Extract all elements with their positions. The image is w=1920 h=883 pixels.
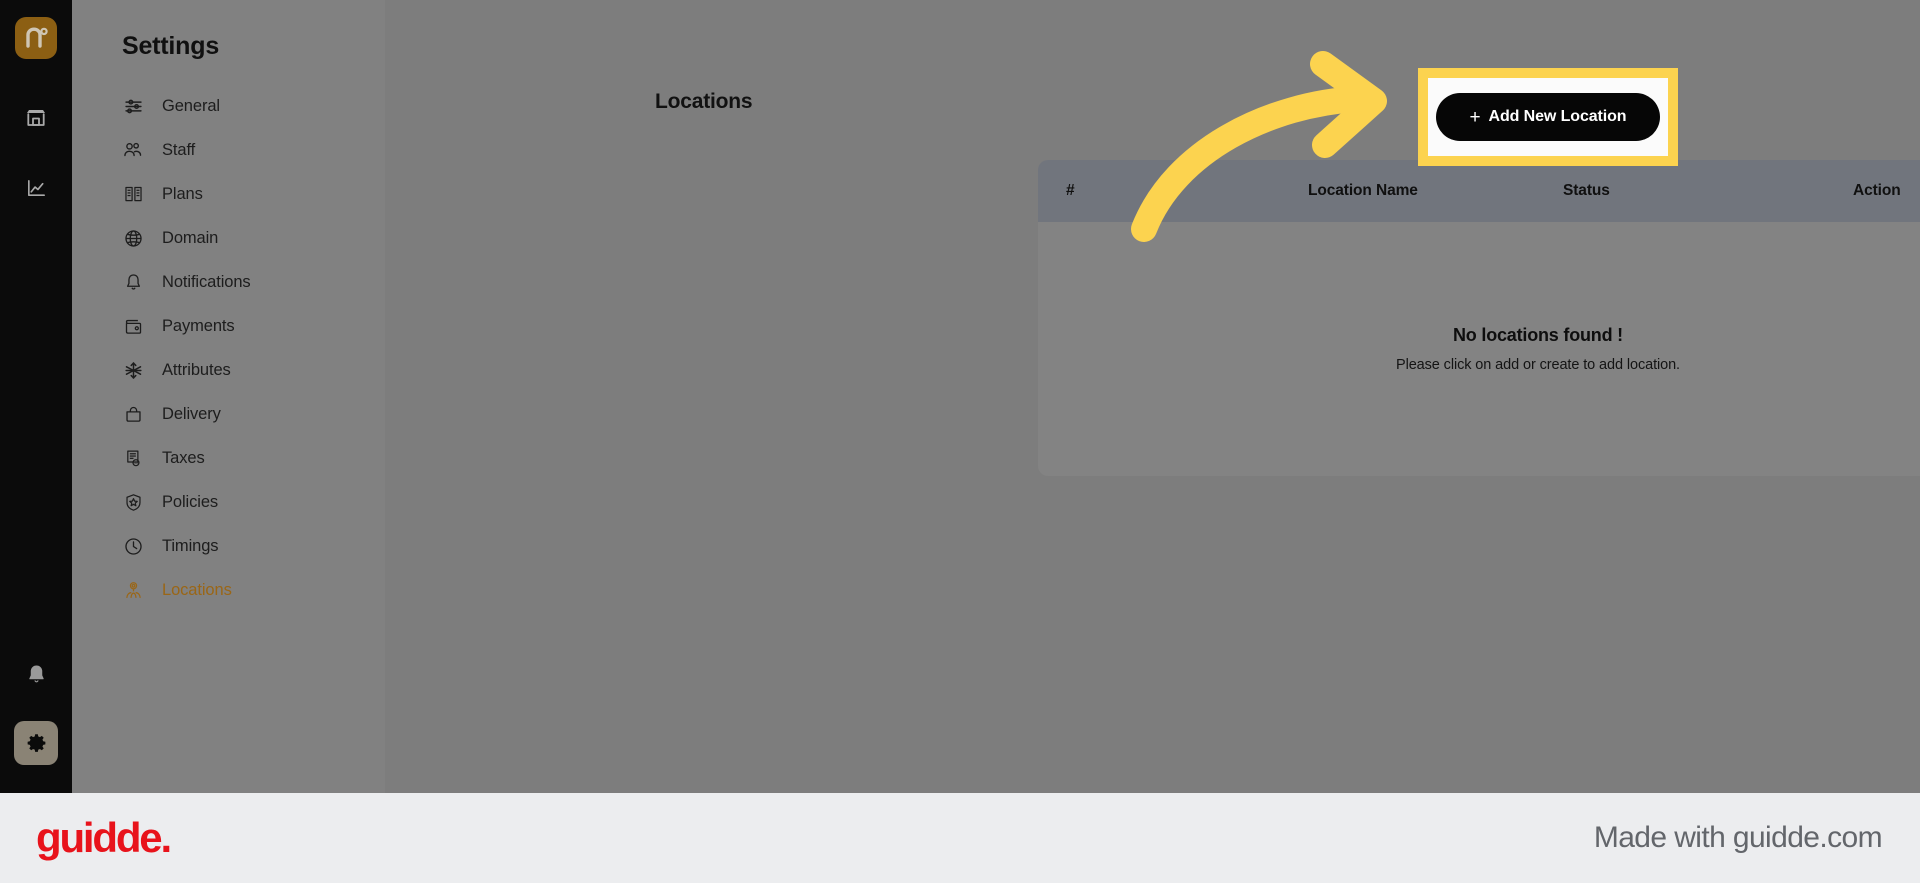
sidebar-item-label: Staff xyxy=(162,140,196,159)
table-column-index: # xyxy=(1066,182,1075,199)
sliders-icon xyxy=(122,95,144,117)
highlight-box: + Add New Location xyxy=(1418,68,1678,166)
sidebar-item-label: Payments xyxy=(162,316,235,335)
sidebar-item-timings[interactable]: Timings xyxy=(98,531,385,561)
sidebar-item-taxes[interactable]: TAX Taxes xyxy=(98,443,385,473)
sidebar-item-label: Attributes xyxy=(162,360,231,379)
sidebar-item-delivery[interactable]: Delivery xyxy=(98,399,385,429)
sidebar-item-label: Timings xyxy=(162,536,219,555)
guidde-footer: guidde. Made with guidde.com xyxy=(0,793,1920,883)
sidebar-item-payments[interactable]: Payments xyxy=(98,311,385,341)
table-column-status: Status xyxy=(1563,182,1610,199)
page-title: Settings xyxy=(122,32,220,60)
sidebar-item-label: Plans xyxy=(162,184,203,203)
n-degree-logo-icon xyxy=(23,25,49,51)
brand-logo-tile[interactable] xyxy=(15,17,57,59)
add-new-location-button[interactable]: + Add New Location xyxy=(1435,93,1661,141)
sidebar-item-notifications[interactable]: Notifications xyxy=(98,267,385,297)
rail-bottom-group xyxy=(14,653,58,793)
globe-icon xyxy=(122,227,144,249)
store-icon[interactable] xyxy=(15,97,57,139)
sidebar-item-label: Domain xyxy=(162,228,219,247)
sidebar-item-locations[interactable]: Locations xyxy=(98,575,385,605)
sidebar-item-domain[interactable]: Domain xyxy=(98,223,385,253)
tax-document-icon: TAX xyxy=(122,447,144,469)
settings-nav-list: General Staff Plans Domain Notifications… xyxy=(98,91,385,605)
made-with-guidde-text: Made with guidde.com xyxy=(1593,821,1883,854)
sidebar-item-general[interactable]: General xyxy=(98,91,385,121)
table-column-action: Action xyxy=(1853,182,1901,199)
app-screen: Settings General Staff Plans Domain Noti… xyxy=(0,0,1920,793)
map-pin-people-icon xyxy=(122,579,144,601)
guidde-logo: guidde. xyxy=(36,814,172,861)
screenshot-root: Settings General Staff Plans Domain Noti… xyxy=(0,0,1920,883)
asterisk-icon xyxy=(122,359,144,381)
settings-sidebar: Settings General Staff Plans Domain Noti… xyxy=(72,0,385,793)
sidebar-item-staff[interactable]: Staff xyxy=(98,135,385,165)
left-icon-rail xyxy=(0,0,72,793)
table-empty-state: No locations found ! Please click on add… xyxy=(1038,222,1920,476)
clock-icon xyxy=(122,535,144,557)
add-new-location-label: Add New Location xyxy=(1488,108,1627,125)
table-column-location-name: Location Name xyxy=(1308,182,1418,199)
sidebar-item-attributes[interactable]: Attributes xyxy=(98,355,385,385)
main-content: Locations # Location Name Status Action … xyxy=(385,0,1920,793)
plus-icon: + xyxy=(1469,106,1481,128)
bag-icon xyxy=(122,403,144,425)
sidebar-item-label: Taxes xyxy=(162,448,205,467)
sidebar-item-label: Delivery xyxy=(162,404,221,423)
shield-icon xyxy=(122,491,144,513)
users-group-icon xyxy=(122,139,144,161)
building-plan-icon xyxy=(122,183,144,205)
table-header-row: # Location Name Status Action xyxy=(1038,160,1920,222)
bell-icon xyxy=(122,271,144,293)
sidebar-item-policies[interactable]: Policies xyxy=(98,487,385,517)
sidebar-item-label: Policies xyxy=(162,492,219,511)
sidebar-item-label: Notifications xyxy=(162,272,251,291)
sidebar-item-label: General xyxy=(162,96,221,115)
locations-table-card: # Location Name Status Action No locatio… xyxy=(1038,160,1920,476)
locations-heading: Locations xyxy=(655,90,753,113)
analytics-icon[interactable] xyxy=(15,167,57,209)
wallet-icon xyxy=(122,315,144,337)
sidebar-item-label: Locations xyxy=(162,580,232,599)
sidebar-item-plans[interactable]: Plans xyxy=(98,179,385,209)
gear-icon[interactable] xyxy=(14,721,58,765)
bell-icon[interactable] xyxy=(15,653,57,695)
svg-text:TAX: TAX xyxy=(133,460,139,464)
empty-state-title: No locations found ! xyxy=(1453,325,1623,345)
empty-state-subtitle: Please click on add or create to add loc… xyxy=(1396,357,1680,373)
